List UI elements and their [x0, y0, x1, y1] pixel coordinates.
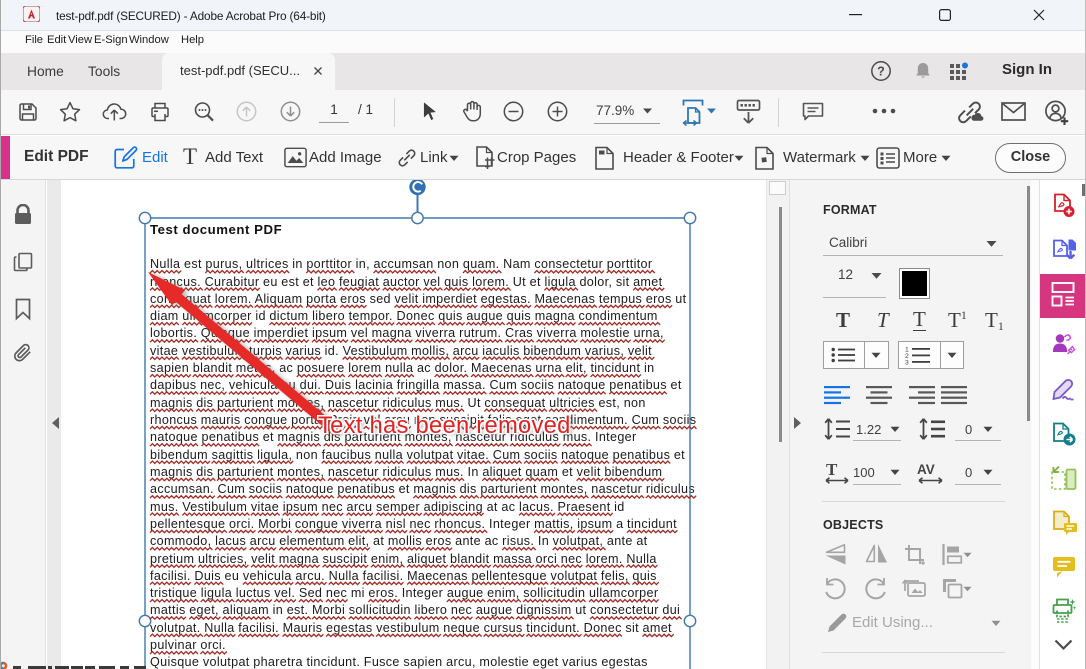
svg-text:T: T	[826, 461, 838, 479]
svg-text:AV: AV	[917, 462, 935, 477]
svg-text:3: 3	[905, 360, 909, 366]
svg-text:?: ?	[877, 65, 885, 79]
